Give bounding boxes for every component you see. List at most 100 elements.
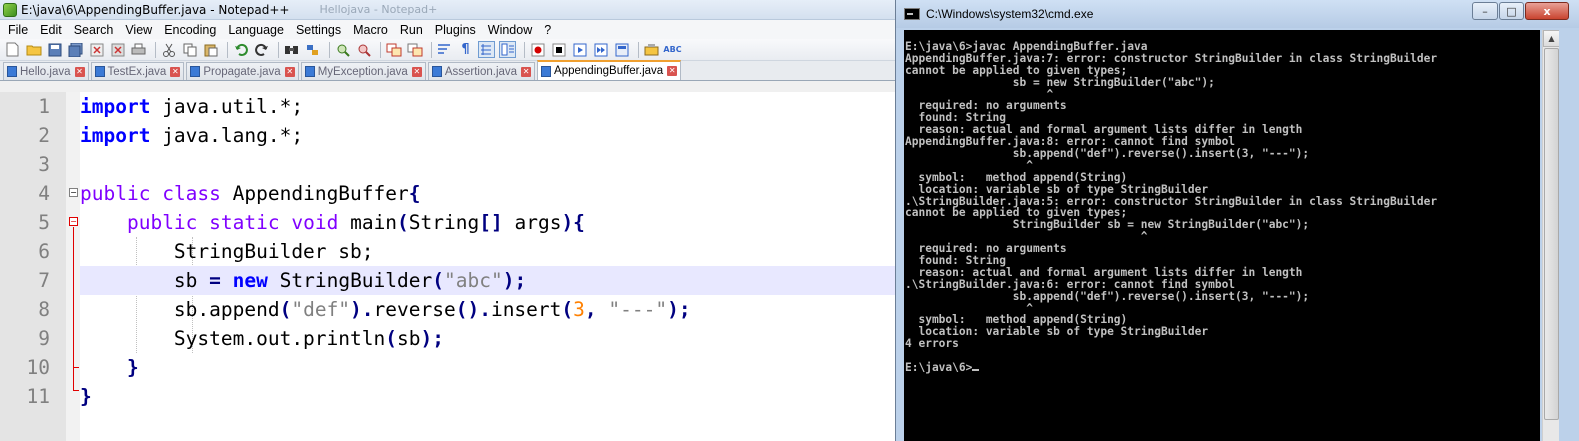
replace-icon[interactable] bbox=[304, 41, 321, 58]
fold-toggle-icon[interactable]: − bbox=[69, 217, 78, 226]
code-operator: , bbox=[584, 298, 597, 321]
play-macro-icon[interactable] bbox=[571, 41, 588, 58]
keyword: class bbox=[162, 182, 221, 205]
scroll-thumb[interactable] bbox=[1544, 48, 1559, 420]
menu-help[interactable]: ? bbox=[538, 23, 557, 37]
menu-language[interactable]: Language bbox=[222, 23, 290, 37]
menu-search[interactable]: Search bbox=[68, 23, 120, 37]
console-output[interactable]: E:\java\6>javac AppendingBuffer.java App… bbox=[904, 30, 1540, 441]
stop-macro-icon[interactable] bbox=[550, 41, 567, 58]
tab-hello-java[interactable]: Hello.java ✕ bbox=[3, 62, 89, 80]
code-text: sb.append bbox=[173, 298, 280, 321]
console-line: location: variable sb of type StringBuil… bbox=[905, 325, 1209, 339]
spellcheck-icon[interactable]: ABC bbox=[663, 41, 681, 58]
tab-label: Propagate.java bbox=[203, 65, 281, 78]
code-brace: } bbox=[80, 385, 92, 408]
code-operator: ){ bbox=[561, 211, 585, 234]
tab-close-icon[interactable]: ✕ bbox=[284, 66, 295, 77]
zoom-in-icon[interactable] bbox=[334, 41, 351, 58]
open-file-icon[interactable] bbox=[25, 41, 42, 58]
window-controls: – □ x bbox=[1471, 2, 1569, 20]
indent-guide-icon[interactable] bbox=[478, 41, 495, 58]
number-literal: 3 bbox=[573, 298, 585, 321]
keyword: import bbox=[80, 124, 151, 147]
code-editor[interactable]: 1 2 3 4 5 6 7 8 9 10 11 − − import java.… bbox=[0, 92, 900, 441]
code-line-11: } bbox=[80, 382, 900, 411]
line-number: 7 bbox=[38, 269, 50, 292]
console-line: AppendingBuffer.java:7: error: construct… bbox=[905, 51, 1438, 65]
npp-menubar: File Edit Search View Encoding Language … bbox=[0, 20, 900, 39]
word-wrap-icon[interactable] bbox=[436, 41, 453, 58]
save-macro-icon[interactable] bbox=[613, 41, 630, 58]
console-line: symbol: method append(String) bbox=[905, 170, 1128, 184]
show-all-characters-icon[interactable]: ¶ bbox=[457, 41, 474, 58]
menu-window[interactable]: Window bbox=[482, 23, 538, 37]
tab-testex-java[interactable]: TestEx.java ✕ bbox=[90, 62, 185, 80]
code-operator: [] bbox=[479, 211, 503, 234]
undo-icon[interactable] bbox=[232, 41, 249, 58]
sync-vertical-icon[interactable] bbox=[385, 41, 402, 58]
paste-icon[interactable] bbox=[202, 41, 219, 58]
fold-toggle-icon[interactable]: − bbox=[69, 188, 78, 197]
console-line: sb = new StringBuilder("abc"); bbox=[905, 75, 1215, 89]
copy-icon[interactable] bbox=[181, 41, 198, 58]
play-macro-multiple-icon[interactable] bbox=[592, 41, 609, 58]
code-text-area[interactable]: import java.util.*; import java.lang.*; … bbox=[80, 92, 900, 441]
menu-encoding[interactable]: Encoding bbox=[158, 23, 222, 37]
new-file-icon[interactable] bbox=[4, 41, 21, 58]
npp-tab-bar: Hello.java ✕ TestEx.java ✕ Propagate.jav… bbox=[0, 60, 900, 81]
tab-close-icon[interactable]: ✕ bbox=[74, 66, 85, 77]
scroll-up-arrow-icon[interactable]: ▲ bbox=[1543, 30, 1560, 47]
run-icon[interactable] bbox=[643, 41, 660, 58]
menu-edit[interactable]: Edit bbox=[34, 23, 68, 37]
save-icon[interactable] bbox=[46, 41, 63, 58]
toolbar-separator bbox=[524, 41, 525, 58]
menu-view[interactable]: View bbox=[119, 23, 158, 37]
fold-range-marker bbox=[73, 227, 74, 390]
tab-appendingbuffer-java[interactable]: AppendingBuffer.java ✕ bbox=[537, 60, 682, 80]
code-text: insert bbox=[490, 298, 562, 321]
string-literal: "def" bbox=[291, 298, 351, 321]
toolbar-separator bbox=[380, 41, 381, 58]
tab-propagate-java[interactable]: Propagate.java ✕ bbox=[186, 62, 299, 80]
tab-close-icon[interactable]: ✕ bbox=[411, 66, 422, 77]
code-brace: { bbox=[408, 182, 421, 205]
zoom-out-icon[interactable] bbox=[355, 41, 372, 58]
menu-settings[interactable]: Settings bbox=[290, 23, 347, 37]
code-operator: ( bbox=[432, 269, 445, 292]
redo-icon[interactable] bbox=[253, 41, 270, 58]
minimize-button[interactable]: – bbox=[1472, 2, 1498, 20]
menu-plugins[interactable]: Plugins bbox=[429, 23, 482, 37]
code-line-1: import java.util.*; bbox=[80, 92, 900, 121]
menu-macro[interactable]: Macro bbox=[347, 23, 394, 37]
code-text: sb bbox=[173, 269, 210, 292]
console-prompt-line[interactable]: E:\java\6> bbox=[905, 362, 1540, 374]
line-number: 11 bbox=[26, 385, 50, 408]
tab-close-icon[interactable]: ✕ bbox=[521, 66, 532, 77]
code-line-6: StringBuilder sb; bbox=[80, 237, 900, 266]
doc-map-icon[interactable] bbox=[499, 41, 516, 58]
tab-close-icon[interactable]: ✕ bbox=[667, 66, 678, 76]
tab-myexception-java[interactable]: MyException.java ✕ bbox=[300, 62, 426, 80]
sync-horizontal-icon[interactable] bbox=[406, 41, 423, 58]
code-operator: ). bbox=[350, 298, 374, 321]
record-macro-icon[interactable] bbox=[529, 41, 546, 58]
string-literal: "---" bbox=[596, 298, 668, 321]
close-file-icon[interactable] bbox=[88, 41, 105, 58]
code-text: java.lang.*; bbox=[150, 124, 304, 147]
cut-icon[interactable] bbox=[160, 41, 177, 58]
maximize-button[interactable]: □ bbox=[1499, 2, 1524, 20]
find-icon[interactable] bbox=[283, 41, 300, 58]
menu-file[interactable]: File bbox=[2, 23, 34, 37]
console-vertical-scrollbar[interactable]: ▲ bbox=[1542, 30, 1560, 441]
close-all-icon[interactable] bbox=[109, 41, 126, 58]
code-text: args bbox=[502, 211, 562, 234]
save-all-icon[interactable] bbox=[67, 41, 84, 58]
npp-toolbar: ¶ ABC bbox=[0, 39, 900, 61]
code-text: sb bbox=[397, 327, 421, 350]
tab-assertion-java[interactable]: Assertion.java ✕ bbox=[427, 62, 536, 80]
menu-run[interactable]: Run bbox=[394, 23, 429, 37]
print-icon[interactable] bbox=[130, 41, 147, 58]
tab-close-icon[interactable]: ✕ bbox=[170, 66, 181, 77]
close-button[interactable]: x bbox=[1525, 2, 1569, 20]
